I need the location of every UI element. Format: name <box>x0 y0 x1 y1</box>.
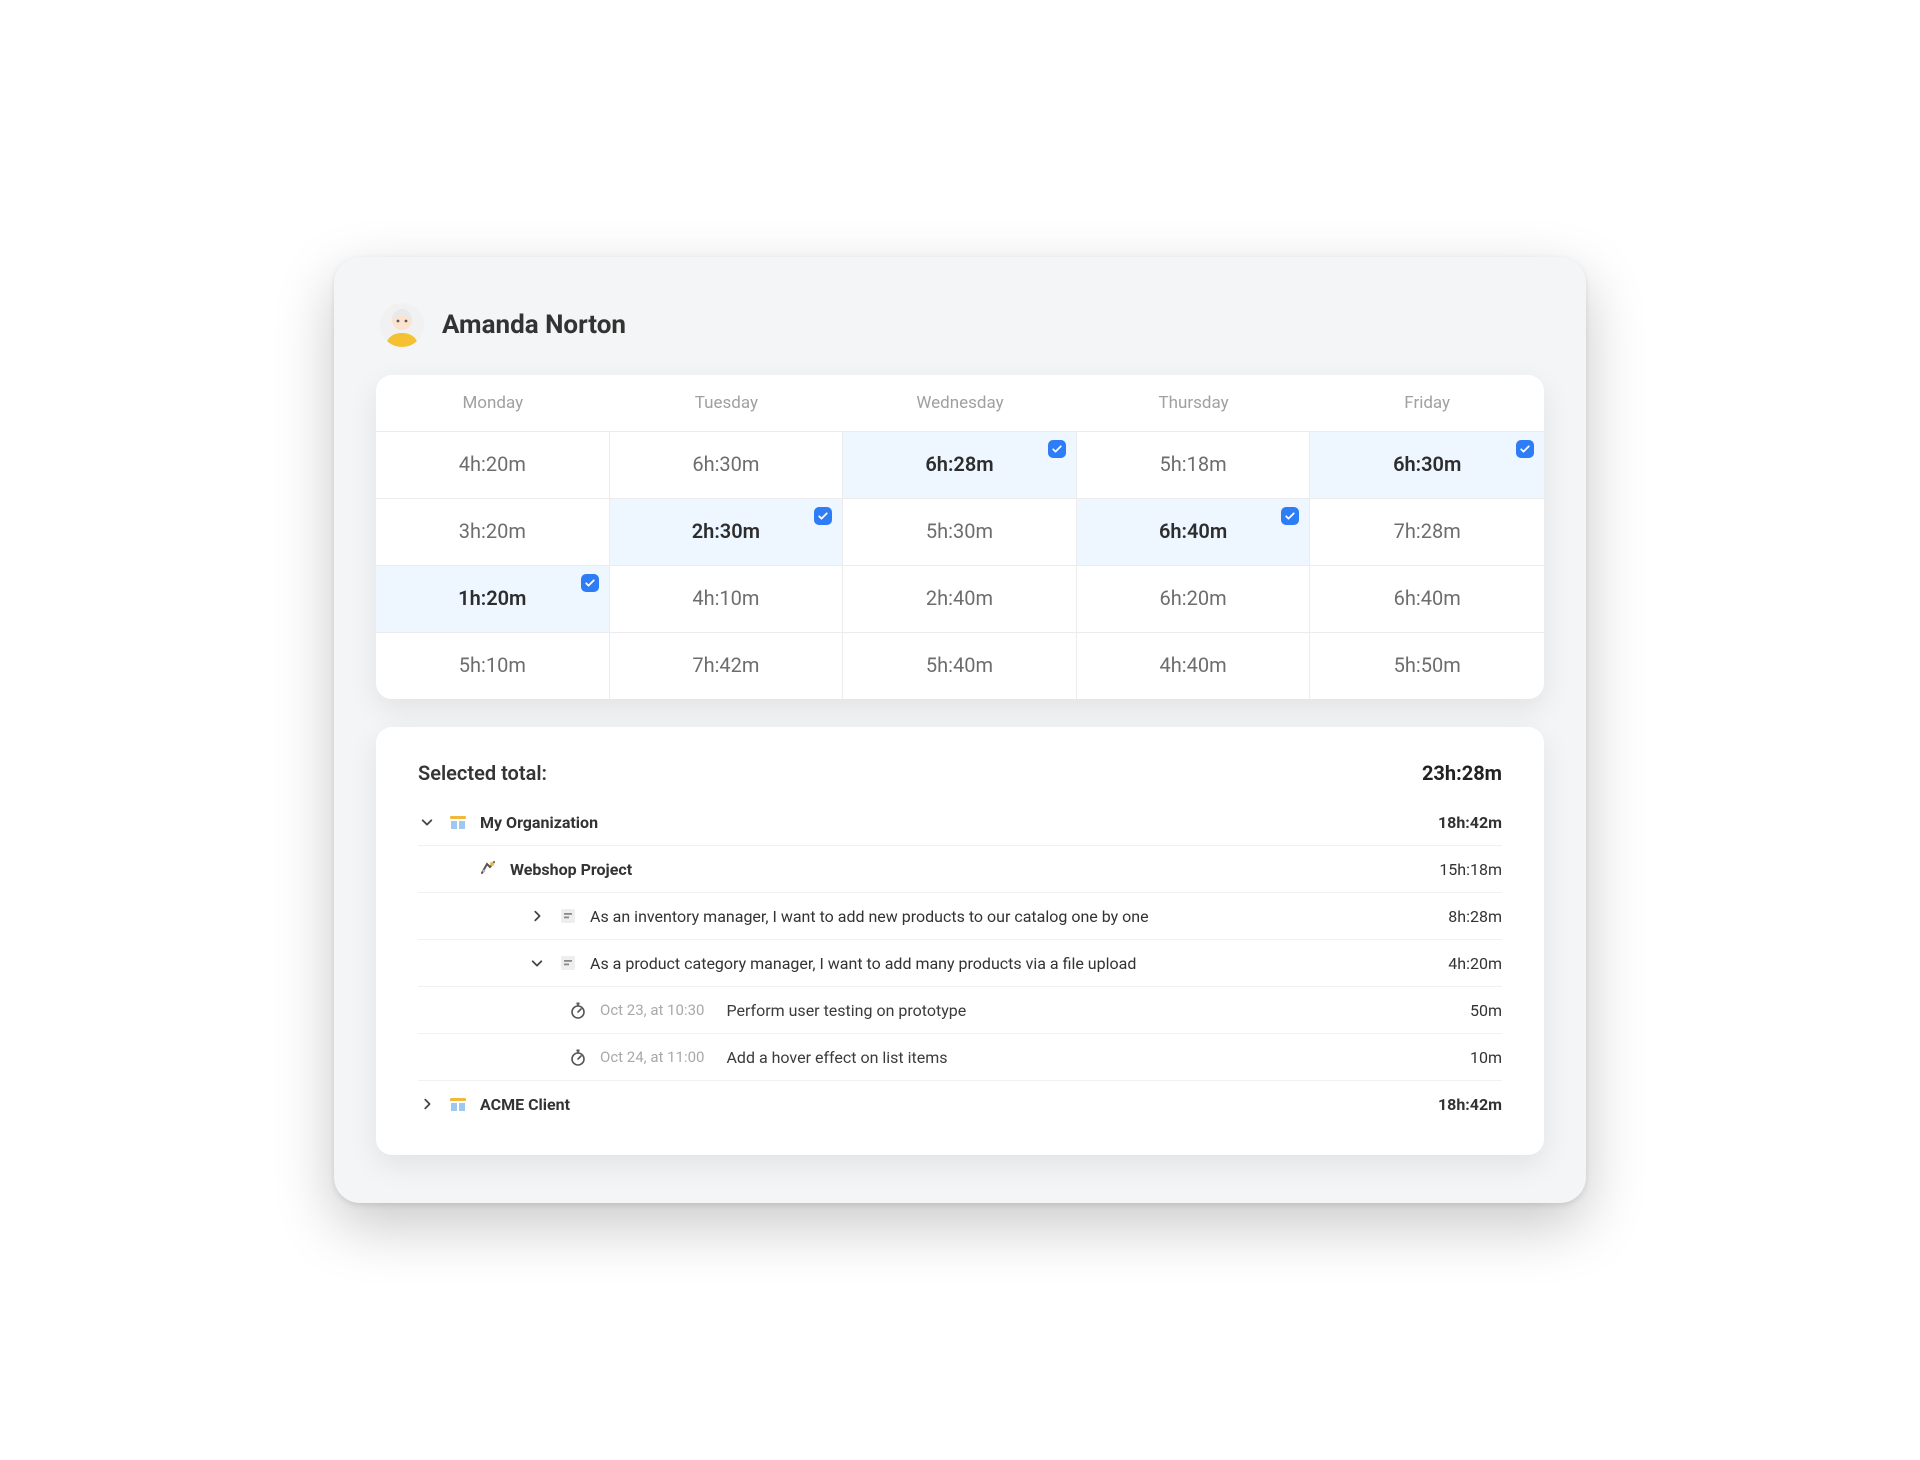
org-total: 18h:42m <box>1438 1095 1502 1114</box>
checkmark-icon <box>1281 507 1299 525</box>
task-total: 8h:28m <box>1448 907 1502 926</box>
timesheet-grid: Monday Tuesday Wednesday Thursday Friday… <box>376 375 1544 699</box>
organization-icon <box>448 812 468 832</box>
project-name: Webshop Project <box>510 860 632 879</box>
page-title: Amanda Norton <box>442 310 626 340</box>
chevron-right-icon <box>528 907 546 925</box>
timesheet-row: 3h:20m2h:30m5h:30m6h:40m7h:28m <box>376 499 1544 566</box>
timesheet-header-row: Monday Tuesday Wednesday Thursday Friday <box>376 375 1544 432</box>
organization-icon <box>448 1094 468 1114</box>
day-header-friday: Friday <box>1310 375 1544 431</box>
timesheet-cell[interactable]: 4h:40m <box>1077 633 1311 699</box>
tree-row-org-my-organization[interactable]: My Organization 18h:42m <box>418 799 1502 846</box>
timesheet-page: Amanda Norton Monday Tuesday Wednesday T… <box>334 257 1586 1203</box>
chevron-down-icon <box>528 954 546 972</box>
timesheet-cell[interactable]: 5h:30m <box>843 499 1077 565</box>
checkmark-icon <box>1516 440 1534 458</box>
day-header-wednesday: Wednesday <box>843 375 1077 431</box>
day-header-tuesday: Tuesday <box>610 375 844 431</box>
entry-description: Add a hover effect on list items <box>726 1048 947 1067</box>
org-name: ACME Client <box>480 1095 570 1114</box>
entry-timestamp: Oct 24, at 11:00 <box>600 1048 704 1066</box>
timesheet-cell[interactable]: 5h:18m <box>1077 432 1311 498</box>
timesheet-cell[interactable]: 4h:20m <box>376 432 610 498</box>
org-name: My Organization <box>480 813 598 832</box>
day-header-thursday: Thursday <box>1077 375 1311 431</box>
tree-row-task-category-manager[interactable]: As a product category manager, I want to… <box>418 940 1502 987</box>
timesheet-cell[interactable]: 3h:20m <box>376 499 610 565</box>
avatar[interactable] <box>380 303 424 347</box>
tree-row-project-webshop[interactable]: Webshop Project 15h:18m <box>418 846 1502 893</box>
tree-row-time-entry[interactable]: Oct 24, at 11:00 Add a hover effect on l… <box>418 1034 1502 1081</box>
stopwatch-icon <box>568 1047 588 1067</box>
day-header-monday: Monday <box>376 375 610 431</box>
breakdown-tree: My Organization 18h:42m Webshop Project … <box>418 799 1502 1127</box>
entry-duration: 50m <box>1470 1001 1502 1020</box>
timesheet-row: 1h:20m4h:10m2h:40m6h:20m6h:40m <box>376 566 1544 633</box>
chevron-right-icon <box>418 1095 436 1113</box>
task-icon <box>558 953 578 973</box>
timesheet-row: 5h:10m7h:42m5h:40m4h:40m5h:50m <box>376 633 1544 699</box>
timesheet-row: 4h:20m6h:30m6h:28m5h:18m6h:30m <box>376 432 1544 499</box>
timesheet-cell[interactable]: 5h:40m <box>843 633 1077 699</box>
timesheet-body: 4h:20m6h:30m6h:28m5h:18m6h:30m3h:20m2h:3… <box>376 432 1544 699</box>
task-icon <box>558 906 578 926</box>
task-title: As an inventory manager, I want to add n… <box>590 907 1149 926</box>
timesheet-cell[interactable]: 2h:30m <box>610 499 844 565</box>
breakdown-card: Selected total: 23h:28m My Organization … <box>376 727 1544 1155</box>
checkmark-icon <box>814 507 832 525</box>
project-icon <box>478 859 498 879</box>
chevron-down-icon <box>418 813 436 831</box>
checkmark-icon <box>581 574 599 592</box>
timesheet-cell[interactable]: 6h:40m <box>1310 566 1544 632</box>
task-title: As a product category manager, I want to… <box>590 954 1136 973</box>
project-total: 15h:18m <box>1439 860 1502 879</box>
avatar-illustration-icon <box>380 303 424 347</box>
entry-timestamp: Oct 23, at 10:30 <box>600 1001 704 1019</box>
tree-row-task-inventory-manager[interactable]: As an inventory manager, I want to add n… <box>418 893 1502 940</box>
stopwatch-icon <box>568 1000 588 1020</box>
tree-row-time-entry[interactable]: Oct 23, at 10:30 Perform user testing on… <box>418 987 1502 1034</box>
timesheet-cell[interactable]: 6h:28m <box>843 432 1077 498</box>
timesheet-cell[interactable]: 5h:10m <box>376 633 610 699</box>
org-total: 18h:42m <box>1438 813 1502 832</box>
timesheet-cell[interactable]: 5h:50m <box>1310 633 1544 699</box>
timesheet-cell[interactable]: 6h:30m <box>610 432 844 498</box>
selected-total-label: Selected total: <box>418 761 547 785</box>
page-header: Amanda Norton <box>380 303 1544 347</box>
selected-total-value: 23h:28m <box>1422 761 1502 785</box>
timesheet-cell[interactable]: 6h:20m <box>1077 566 1311 632</box>
task-total: 4h:20m <box>1448 954 1502 973</box>
entry-duration: 10m <box>1470 1048 1502 1067</box>
timesheet-cell[interactable]: 1h:20m <box>376 566 610 632</box>
timesheet-cell[interactable]: 2h:40m <box>843 566 1077 632</box>
entry-description: Perform user testing on prototype <box>726 1001 966 1020</box>
checkmark-icon <box>1048 440 1066 458</box>
timesheet-cell[interactable]: 7h:28m <box>1310 499 1544 565</box>
timesheet-cell[interactable]: 7h:42m <box>610 633 844 699</box>
timesheet-cell[interactable]: 4h:10m <box>610 566 844 632</box>
tree-row-org-acme-client[interactable]: ACME Client 18h:42m <box>418 1081 1502 1127</box>
timesheet-cell[interactable]: 6h:40m <box>1077 499 1311 565</box>
timesheet-cell[interactable]: 6h:30m <box>1310 432 1544 498</box>
